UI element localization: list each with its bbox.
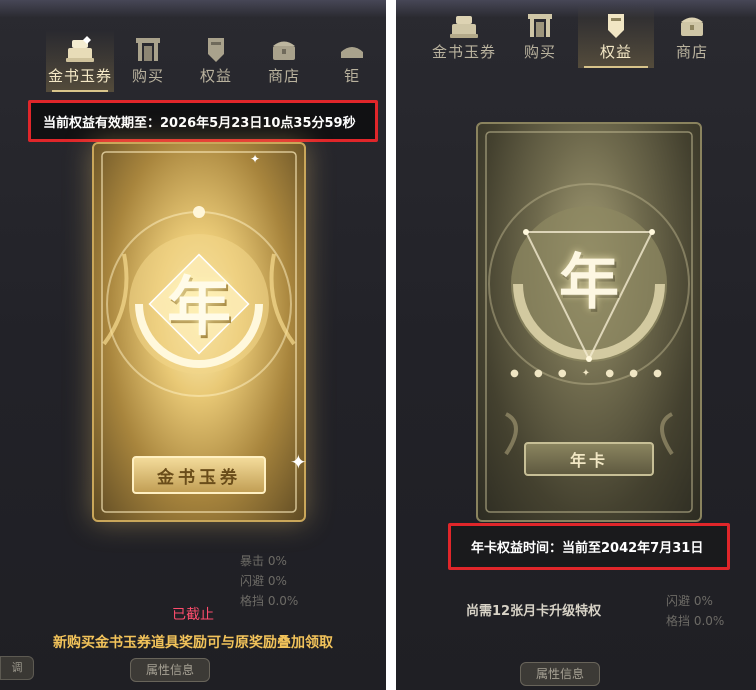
tab-label: 金书玉券: [47, 67, 112, 85]
tab-label: 权益: [199, 67, 232, 85]
tab-label: 钜: [343, 67, 360, 85]
shop-gate-icon: [528, 14, 552, 37]
expired-label: 已截止: [172, 607, 214, 623]
scroll-chest-icon: [66, 36, 94, 62]
treasure-chest-icon: [681, 17, 703, 36]
sparkle-icon: ✦: [250, 152, 261, 166]
tab-buy[interactable]: 购买: [114, 30, 182, 92]
ingot-icon: [341, 47, 363, 58]
card-jinshu-yuquan[interactable]: 年 金书玉券: [92, 142, 306, 522]
dots-decoration: ● ● ● ✦ ● ● ●: [510, 368, 668, 379]
card-plaque-text: 金书玉券: [157, 467, 241, 488]
left-screenshot-panel: 金书玉券 购买 权益 商店 钜 当前权益有效期至：2026年5月23日10点35…: [0, 0, 386, 690]
bg-stat: 格挡 0.0%: [666, 614, 725, 628]
shield-badge-icon: [208, 38, 224, 62]
shop-gate-icon: [136, 38, 160, 61]
tab-label: 购买: [131, 67, 164, 85]
tab-benefits[interactable]: 权益: [578, 6, 654, 68]
bg-stat: 闪避 0%: [240, 574, 287, 588]
treasure-chest-icon: [273, 41, 295, 60]
tab-jinshu-yuquan[interactable]: 金书玉券: [46, 30, 114, 92]
notice-text: 新购买金书玉券道具奖励可与原奖励叠加领取: [53, 635, 333, 651]
sparkle-icon: ✦: [290, 450, 307, 474]
attribute-info-label: 属性信息: [145, 663, 194, 677]
validity-text: 当前权益有效期至：2026年5月23日10点35分59秒: [43, 115, 356, 131]
tab-store[interactable]: 商店: [250, 30, 318, 92]
scroll-chest-icon: [450, 16, 478, 38]
tab-store[interactable]: 商店: [654, 6, 730, 68]
card-plaque-text: 年卡: [569, 451, 608, 470]
attribute-info-label: 属性信息: [535, 667, 584, 681]
upgrade-text: 尚需12张月卡升级特权: [466, 604, 602, 619]
tab-label: 商店: [675, 43, 708, 61]
card-plaque: 金书玉券: [132, 456, 266, 494]
tab-label: 金书玉券: [431, 43, 496, 61]
attribute-info-button[interactable]: 属性信息: [130, 658, 210, 682]
side-tab[interactable]: 调: [0, 656, 34, 680]
validity-highlight-box: 当前权益有效期至：2026年5月23日10点35分59秒: [28, 100, 378, 142]
benefit-time-highlight-box: 年卡权益时间：当前至2042年7月31日: [448, 523, 730, 570]
right-screenshot-panel: 金书玉券 购买 权益 商店 闪避 0% 格挡 0.0% 年 ● ● ● ✦ ● …: [396, 0, 756, 690]
card-char: 年: [559, 248, 619, 318]
attribute-info-button[interactable]: 属性信息: [520, 662, 600, 686]
tab-ingot[interactable]: 钜: [318, 30, 386, 92]
tab-bar: 金书玉券 购买 权益 商店: [0, 30, 386, 92]
shield-badge-icon: [608, 14, 624, 38]
tab-benefits[interactable]: 权益: [182, 30, 250, 92]
bg-stat: 暴击 0%: [240, 554, 287, 568]
tab-buy[interactable]: 购买: [502, 6, 578, 68]
tab-label: 商店: [267, 67, 300, 85]
side-tab-label: 调: [11, 661, 23, 674]
tab-bar: 金书玉券 购买 权益 商店: [396, 6, 756, 68]
benefit-time-text: 年卡权益时间：当前至2042年7月31日: [471, 541, 704, 556]
card-plaque: 年卡: [524, 442, 654, 476]
card-char: 年: [167, 270, 231, 345]
bg-stat: 闪避 0%: [666, 594, 713, 608]
tab-jinshu-yuquan[interactable]: 金书玉券: [426, 6, 502, 68]
card-annual-pass[interactable]: 年 ● ● ● ✦ ● ● ● 年卡: [476, 122, 702, 522]
tab-label: 权益: [599, 43, 632, 61]
top-glow: [0, 0, 386, 18]
tab-label: 购买: [523, 43, 556, 61]
